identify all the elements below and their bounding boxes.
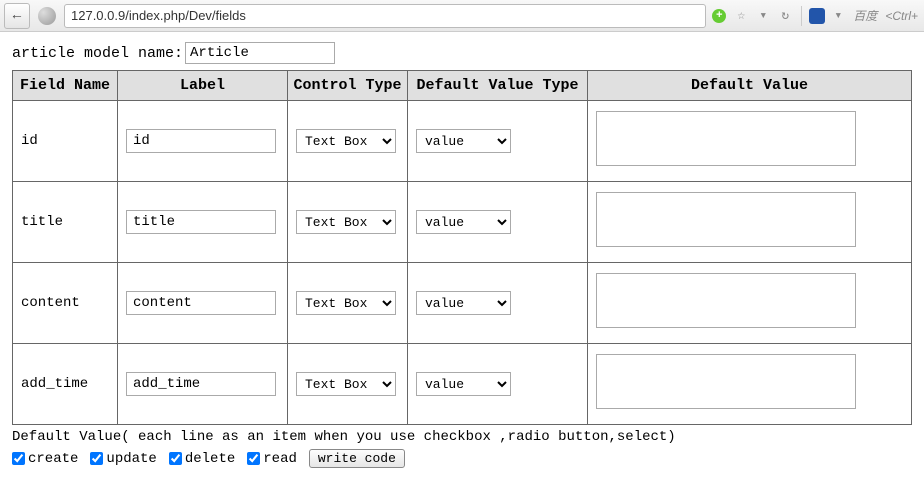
create-checkbox[interactable] bbox=[12, 452, 25, 465]
label-cell bbox=[118, 344, 288, 425]
col-control-type: Control Type bbox=[288, 71, 408, 101]
default-value-type-cell: value bbox=[408, 344, 588, 425]
control-type-select[interactable]: Text Box bbox=[296, 129, 396, 153]
label-cell bbox=[118, 182, 288, 263]
default-value-textarea[interactable] bbox=[596, 111, 856, 166]
control-type-select[interactable]: Text Box bbox=[296, 210, 396, 234]
reload-icon[interactable]: ↻ bbox=[776, 7, 794, 25]
label-cell bbox=[118, 101, 288, 182]
default-value-cell bbox=[588, 344, 912, 425]
control-type-select[interactable]: Text Box bbox=[296, 291, 396, 315]
col-default-value-type: Default Value Type bbox=[408, 71, 588, 101]
col-field-name: Field Name bbox=[13, 71, 118, 101]
star-icon[interactable]: ☆ bbox=[732, 7, 750, 25]
default-value-textarea[interactable] bbox=[596, 192, 856, 247]
delete-checkbox-label[interactable]: delete bbox=[169, 451, 235, 467]
search-shortcut-hint: <Ctrl+ bbox=[883, 9, 920, 23]
col-label: Label bbox=[118, 71, 288, 101]
url-bar[interactable]: 127.0.0.9/index.php/Dev/fields bbox=[64, 4, 706, 28]
table-row: add_time Text Box value bbox=[13, 344, 912, 425]
fields-table: Field Name Label Control Type Default Va… bbox=[12, 70, 912, 425]
write-code-button[interactable]: write code bbox=[309, 449, 405, 468]
update-checkbox-label[interactable]: update bbox=[90, 451, 156, 467]
update-checkbox[interactable] bbox=[90, 452, 103, 465]
control-type-cell: Text Box bbox=[288, 344, 408, 425]
field-name-cell: add_time bbox=[13, 344, 118, 425]
control-type-cell: Text Box bbox=[288, 182, 408, 263]
label-input[interactable] bbox=[126, 291, 276, 315]
col-default-value: Default Value bbox=[588, 71, 912, 101]
back-button[interactable]: ← bbox=[4, 3, 30, 29]
control-type-cell: Text Box bbox=[288, 263, 408, 344]
read-checkbox[interactable] bbox=[247, 452, 260, 465]
control-type-select[interactable]: Text Box bbox=[296, 372, 396, 396]
table-row: content Text Box value bbox=[13, 263, 912, 344]
search-dropdown-icon[interactable]: ▾ bbox=[829, 7, 847, 25]
default-value-type-select[interactable]: value bbox=[416, 129, 511, 153]
url-text: 127.0.0.9/index.php/Dev/fields bbox=[71, 8, 246, 23]
search-engine-icon[interactable] bbox=[809, 8, 825, 24]
default-value-cell bbox=[588, 182, 912, 263]
search-engine-label: 百度 bbox=[851, 7, 879, 24]
default-value-cell bbox=[588, 101, 912, 182]
field-name-cell: content bbox=[13, 263, 118, 344]
read-checkbox-label[interactable]: read bbox=[247, 451, 297, 467]
delete-checkbox[interactable] bbox=[169, 452, 182, 465]
model-name-row: article model name: bbox=[12, 42, 912, 64]
browser-toolbar: ← 127.0.0.9/index.php/Dev/fields + ☆ ▾ ↻… bbox=[0, 0, 924, 32]
model-name-label: article model name: bbox=[12, 45, 183, 62]
table-row: title Text Box value bbox=[13, 182, 912, 263]
default-value-note: Default Value( each line as an item when… bbox=[12, 429, 912, 445]
field-name-cell: title bbox=[13, 182, 118, 263]
label-cell bbox=[118, 263, 288, 344]
separator bbox=[801, 6, 802, 26]
default-value-type-cell: value bbox=[408, 101, 588, 182]
default-value-type-select[interactable]: value bbox=[416, 291, 511, 315]
label-input[interactable] bbox=[126, 129, 276, 153]
default-value-textarea[interactable] bbox=[596, 354, 856, 409]
label-input[interactable] bbox=[126, 372, 276, 396]
control-type-cell: Text Box bbox=[288, 101, 408, 182]
default-value-cell bbox=[588, 263, 912, 344]
table-row: id Text Box value bbox=[13, 101, 912, 182]
label-input[interactable] bbox=[126, 210, 276, 234]
add-icon[interactable]: + bbox=[710, 7, 728, 25]
arrow-left-icon: ← bbox=[13, 8, 21, 24]
default-value-type-select[interactable]: value bbox=[416, 210, 511, 234]
dropdown-icon[interactable]: ▾ bbox=[754, 7, 772, 25]
default-value-type-cell: value bbox=[408, 263, 588, 344]
globe-icon bbox=[38, 7, 56, 25]
actions-row: create update delete read write code bbox=[12, 449, 912, 468]
create-checkbox-label[interactable]: create bbox=[12, 451, 78, 467]
default-value-type-select[interactable]: value bbox=[416, 372, 511, 396]
field-name-cell: id bbox=[13, 101, 118, 182]
default-value-type-cell: value bbox=[408, 182, 588, 263]
model-name-input[interactable] bbox=[185, 42, 335, 64]
default-value-textarea[interactable] bbox=[596, 273, 856, 328]
